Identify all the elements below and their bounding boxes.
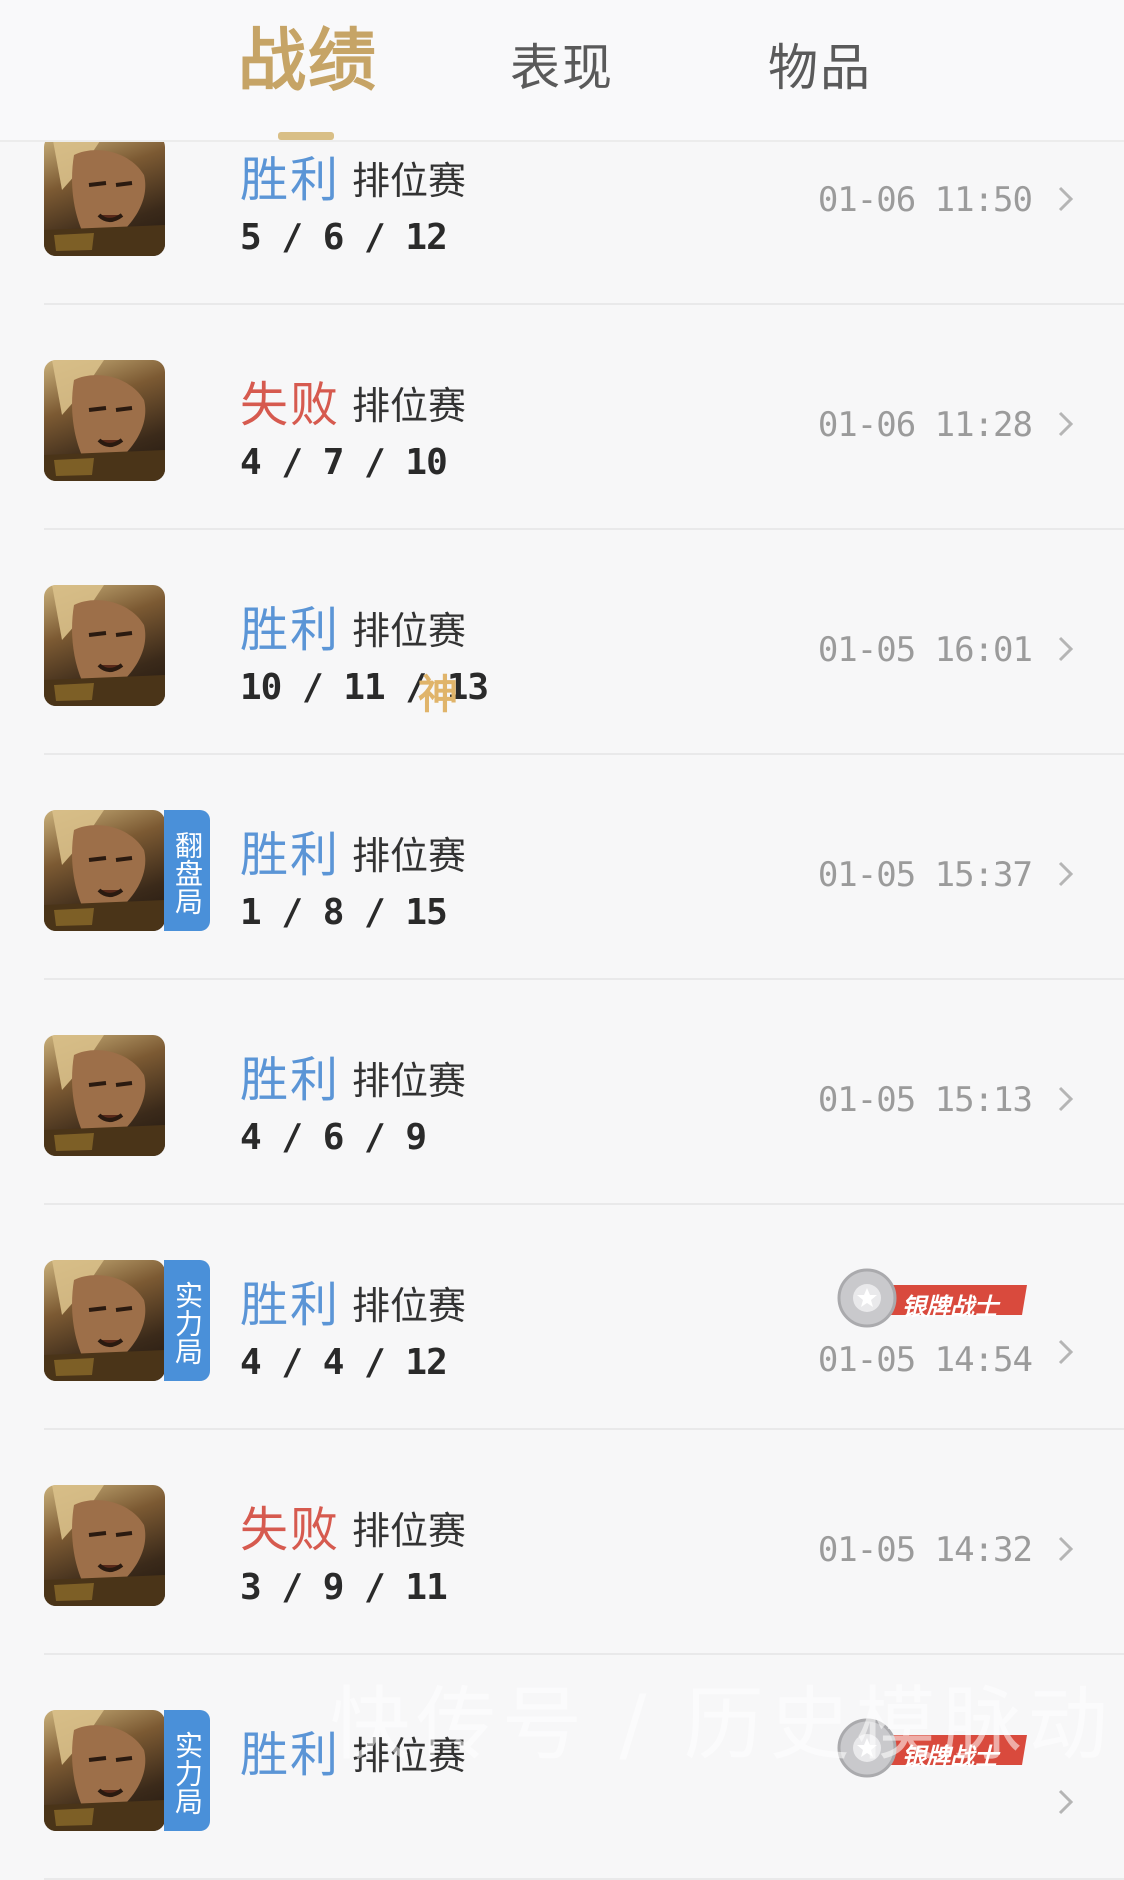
match-time: 01-05 14:32 — [817, 1530, 1033, 1570]
hero-avatar — [44, 810, 165, 931]
kda-score: 4 / 7 / 10 — [240, 442, 448, 483]
match-tag-badge: 翻盘局 — [164, 810, 210, 931]
match-result: 胜利 — [240, 602, 341, 658]
match-time: 01-05 16:01 — [817, 630, 1033, 670]
match-mode: 排位赛 — [352, 1284, 467, 1328]
match-list: 胜利 排位赛 5 / 6 / 12 01-06 11:50 失败 排位赛 4 / 7 / 1… — [0, 0, 1124, 1880]
match-time: 01-05 14:54 — [817, 1340, 1033, 1380]
chevron-right-icon[interactable] — [1050, 1084, 1080, 1114]
kda-score: 1 / 8 / 15 — [240, 892, 448, 933]
hero-avatar — [44, 585, 165, 706]
match-result: 胜利 — [240, 152, 341, 208]
match-time: 01-05 15:37 — [817, 855, 1033, 895]
hero-avatar — [44, 135, 165, 256]
match-mode: 排位赛 — [352, 159, 467, 203]
tab-record[interactable]: 战绩 — [238, 22, 378, 102]
chevron-right-icon[interactable] — [1050, 1787, 1080, 1817]
match-row[interactable]: 胜利 排位赛 4 / 6 / 9 01-05 15:13 — [0, 980, 1124, 1205]
legendary-mark: 神 — [418, 672, 458, 718]
tab-performance[interactable]: 表现 — [510, 28, 614, 108]
match-result: 胜利 — [240, 1052, 341, 1108]
chevron-right-icon[interactable] — [1050, 634, 1080, 664]
tab-items[interactable]: 物品 — [768, 28, 872, 108]
silver-medal-icon: 银牌战士 — [832, 1713, 1032, 1783]
match-row[interactable]: 实力局 胜利 排位赛 4 / 4 / 12 银牌战士 01-05 14:54 — [0, 1205, 1124, 1430]
match-mode: 排位赛 — [352, 1059, 467, 1103]
kda-score: 3 / 9 / 11 — [240, 1567, 448, 1608]
chevron-right-icon[interactable] — [1050, 1534, 1080, 1564]
match-result: 胜利 — [240, 1277, 341, 1333]
match-time: 01-06 11:28 — [817, 405, 1033, 445]
chevron-right-icon[interactable] — [1050, 184, 1080, 214]
match-mode: 排位赛 — [352, 609, 467, 653]
chevron-right-icon[interactable] — [1050, 859, 1080, 889]
badge-label: 银牌战士 — [902, 1293, 998, 1321]
match-row[interactable]: 失败 排位赛 4 / 7 / 10 01-06 11:28 — [0, 305, 1124, 530]
match-mode: 排位赛 — [352, 384, 467, 428]
chevron-right-icon[interactable] — [1050, 409, 1080, 439]
hero-avatar — [44, 1485, 165, 1606]
kda-score: 5 / 6 / 12 — [240, 217, 448, 258]
match-result: 胜利 — [240, 827, 341, 883]
match-row[interactable]: 实力局 胜利 排位赛 银牌战士 — [0, 1655, 1124, 1880]
match-result: 失败 — [240, 377, 341, 433]
silver-medal-icon: 银牌战士 — [832, 1263, 1032, 1333]
kda-score: 4 / 6 / 9 — [240, 1117, 427, 1158]
match-result: 失败 — [240, 1502, 341, 1558]
match-time: 01-06 11:50 — [817, 180, 1033, 220]
match-mode: 排位赛 — [352, 834, 467, 878]
hero-avatar — [44, 360, 165, 481]
hero-avatar — [44, 1260, 165, 1381]
hero-avatar — [44, 1710, 165, 1831]
tab-bar: 战绩 表现 物品 — [0, 0, 1124, 142]
chevron-right-icon[interactable] — [1050, 1337, 1080, 1367]
match-row[interactable]: 翻盘局 胜利 排位赛 1 / 8 / 15 01-05 15:37 — [0, 755, 1124, 980]
match-tag-badge: 实力局 — [164, 1710, 210, 1831]
match-tag-badge: 实力局 — [164, 1260, 210, 1381]
hero-avatar — [44, 1035, 165, 1156]
match-mode: 排位赛 — [352, 1509, 467, 1553]
active-tab-indicator — [278, 132, 334, 140]
match-time: 01-05 15:13 — [817, 1080, 1033, 1120]
match-mode: 排位赛 — [352, 1734, 467, 1778]
match-row[interactable]: 胜利 排位赛 10 / 11 / 13 神 01-05 16:01 — [0, 530, 1124, 755]
match-row[interactable]: 失败 排位赛 3 / 9 / 11 01-05 14:32 — [0, 1430, 1124, 1655]
badge-label: 银牌战士 — [902, 1743, 998, 1771]
match-result: 胜利 — [240, 1727, 341, 1783]
kda-score: 4 / 4 / 12 — [240, 1342, 448, 1383]
